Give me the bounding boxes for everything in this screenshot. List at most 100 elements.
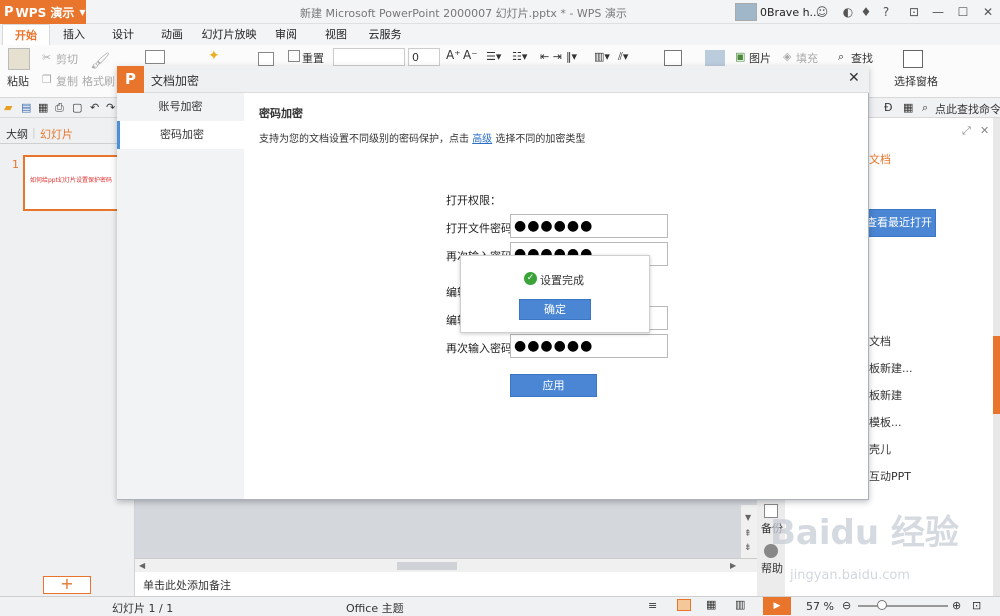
- user-account[interactable]: 0Brave h...: [735, 2, 820, 22]
- task-pane-item[interactable]: 互动PPT: [869, 468, 911, 484]
- shapes-icon[interactable]: [705, 50, 725, 66]
- print-icon[interactable]: ⎙: [55, 101, 64, 115]
- brush-icon[interactable]: 🖌: [90, 51, 110, 70]
- search-icon[interactable]: ⌕: [922, 101, 928, 115]
- tab-insert[interactable]: 插入: [52, 24, 96, 46]
- scroll-thumb[interactable]: [397, 562, 457, 570]
- paste-button[interactable]: 粘贴: [7, 73, 29, 89]
- zoom-in-icon[interactable]: ⊕: [952, 599, 961, 612]
- close-window-icon[interactable]: ✕: [980, 4, 996, 20]
- scroll-left-icon[interactable]: ◀: [139, 561, 145, 570]
- zoom-out-icon[interactable]: ⊖: [842, 599, 851, 612]
- save-icon[interactable]: ▤: [21, 101, 31, 114]
- help-icon[interactable]: ?: [878, 4, 894, 20]
- selection-pane-button[interactable]: 选择窗格: [894, 73, 938, 89]
- notes-field[interactable]: 单击此处添加备注: [135, 572, 757, 596]
- font-name-select[interactable]: [333, 48, 405, 66]
- slideshow-play-icon[interactable]: ▶: [763, 597, 791, 615]
- tab-start[interactable]: 开始: [2, 24, 50, 46]
- bullets-icon[interactable]: ☰▾: [486, 50, 501, 63]
- reset-button[interactable]: 重置: [302, 50, 324, 66]
- dropdown-icon[interactable]: ♦: [858, 4, 874, 20]
- font-icon[interactable]: Ð: [884, 101, 893, 114]
- task-pane-item[interactable]: 板新建: [869, 387, 902, 403]
- new-slide-icon[interactable]: [145, 50, 165, 64]
- font-grow-icon[interactable]: A⁺: [446, 48, 461, 62]
- open-folder-icon[interactable]: ▰: [4, 101, 12, 114]
- reset-icon[interactable]: [288, 50, 300, 62]
- align-text-icon[interactable]: ⫽▾: [618, 50, 628, 64]
- fit-window-icon[interactable]: ⊡: [972, 599, 981, 612]
- tab-slides[interactable]: 幻灯片: [40, 126, 73, 142]
- line-spacing-icon[interactable]: ‖▾: [566, 50, 577, 63]
- layout-icon[interactable]: ✦: [208, 48, 220, 64]
- tab-design[interactable]: 设计: [101, 24, 145, 46]
- help-button[interactable]: 帮助: [761, 560, 783, 576]
- cut-button[interactable]: 剪切: [56, 51, 78, 67]
- fill-button[interactable]: 填充: [796, 50, 818, 66]
- find-button[interactable]: 查找: [851, 50, 873, 66]
- numbering-icon[interactable]: ☷▾: [512, 50, 527, 63]
- columns-icon[interactable]: ▥▾: [594, 50, 610, 63]
- picture-button[interactable]: 图片: [749, 50, 771, 66]
- popup-ok-button[interactable]: 确定: [519, 299, 591, 320]
- notes-toggle-icon[interactable]: ≡: [648, 599, 657, 612]
- tab-animation[interactable]: 动画: [150, 24, 194, 46]
- next-slide-icon[interactable]: ⇟: [744, 543, 752, 553]
- apply-button[interactable]: 应用: [510, 374, 597, 397]
- tab-slideshow[interactable]: 幻灯片放映: [198, 24, 260, 46]
- scroll-down-icon[interactable]: ▼: [745, 513, 751, 522]
- task-pane-scroll-thumb[interactable]: [993, 336, 1000, 414]
- minimize-icon[interactable]: —: [930, 4, 946, 20]
- close-pane-icon[interactable]: ✕: [980, 124, 989, 137]
- prev-slide-icon[interactable]: ⇞: [744, 529, 752, 539]
- vertical-scrollbar[interactable]: ▼ ⇞ ⇟: [741, 505, 757, 558]
- expand-icon[interactable]: ⤢: [962, 124, 971, 138]
- maximize-icon[interactable]: ☐: [955, 4, 971, 20]
- grid-icon[interactable]: ▦: [903, 101, 913, 114]
- reading-view-icon[interactable]: ▥: [735, 598, 745, 611]
- sorter-view-icon[interactable]: ▦: [706, 598, 716, 611]
- export-icon[interactable]: ▦: [38, 101, 48, 114]
- task-pane-item[interactable]: 模板...: [869, 414, 902, 430]
- find-icon[interactable]: ⌕: [838, 50, 844, 64]
- nav-account-encrypt[interactable]: 账号加密: [117, 93, 244, 121]
- pin-icon[interactable]: ⊡: [906, 4, 922, 20]
- settings-icon[interactable]: ☺: [814, 4, 830, 20]
- task-pane-item[interactable]: 文档: [869, 333, 891, 349]
- task-pane-item[interactable]: 板新建...: [869, 360, 913, 376]
- copy-icon[interactable]: ❐: [42, 73, 52, 86]
- find-command-input[interactable]: 点此查找命令: [935, 101, 1000, 117]
- undo-icon[interactable]: ↶: [90, 101, 99, 114]
- picture-icon[interactable]: ▣: [735, 50, 745, 63]
- textbox-icon[interactable]: [664, 50, 682, 66]
- dialog-close-icon[interactable]: ✕: [848, 70, 860, 86]
- advanced-link[interactable]: 高级: [472, 134, 492, 145]
- tab-cloud[interactable]: 云服务: [362, 24, 408, 46]
- redo-icon[interactable]: ↷: [106, 101, 115, 114]
- tab-review[interactable]: 审阅: [266, 24, 306, 46]
- copy-button[interactable]: 复制: [56, 73, 78, 89]
- fill-icon[interactable]: ◈: [783, 50, 791, 63]
- normal-view-icon[interactable]: [677, 599, 691, 611]
- section-icon[interactable]: [258, 52, 274, 66]
- format-painter-button[interactable]: 格式刷: [82, 73, 115, 89]
- app-menu-button[interactable]: P WPS 演示 ▼: [0, 0, 86, 24]
- task-pane-scrollbar[interactable]: [993, 118, 1000, 596]
- skin-icon[interactable]: ◐: [840, 4, 856, 20]
- edit-confirm-field[interactable]: ●●●●●●: [510, 334, 668, 358]
- font-shrink-icon[interactable]: A⁻: [463, 48, 478, 62]
- tab-outline[interactable]: 大纲: [6, 126, 28, 142]
- indent-icon[interactable]: ⇤ ⇥: [540, 50, 562, 63]
- scroll-right-icon[interactable]: ▶: [730, 561, 736, 570]
- font-size-select[interactable]: 0: [408, 48, 440, 66]
- add-slide-button[interactable]: +: [43, 576, 91, 594]
- paste-icon[interactable]: [8, 48, 30, 70]
- view-recent-button[interactable]: 查看最近打开: [862, 209, 936, 237]
- open-password-field[interactable]: ●●●●●●: [510, 214, 668, 238]
- scissors-icon[interactable]: ✂: [42, 51, 51, 64]
- nav-password-encrypt[interactable]: 密码加密: [117, 121, 244, 149]
- task-pane-item[interactable]: 壳儿: [869, 441, 891, 457]
- zoom-slider-track[interactable]: [858, 605, 948, 607]
- zoom-slider-thumb[interactable]: [876, 600, 887, 610]
